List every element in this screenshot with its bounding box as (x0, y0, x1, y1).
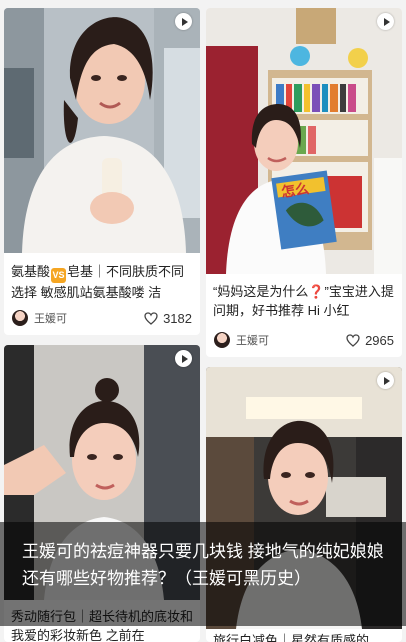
note-card[interactable]: 怎么 “妈妈这是为什么❓”宝宝进入提问期，好书推荐 Hi 小红 王媛可 2965 (206, 8, 402, 357)
note-meta: 王媛可 2965 (214, 330, 394, 350)
play-icon (175, 13, 192, 30)
woman-bathroom-photo (4, 8, 200, 253)
like-count: 3182 (163, 310, 192, 326)
heart-icon[interactable] (346, 333, 360, 347)
avatar[interactable] (214, 332, 230, 348)
author-name[interactable]: 王媛可 (34, 310, 144, 326)
note-card[interactable]: 氨基酸 VS 皂基｜不同肤质不同选择 敏感肌站氨基酸喽 洁 王媛可 3182 (4, 8, 200, 335)
note-thumbnail[interactable] (4, 8, 200, 253)
avatar[interactable] (12, 310, 28, 326)
note-title[interactable]: 旅行白减色｜星然有质感的 (213, 631, 396, 642)
woman-book-photo: 怎么 (206, 8, 402, 274)
note-title[interactable]: “妈妈这是为什么❓”宝宝进入提问期，好书推荐 Hi 小红 (213, 282, 396, 320)
author-name[interactable]: 王媛可 (236, 332, 346, 348)
heart-icon[interactable] (144, 311, 158, 325)
note-title[interactable]: 氨基酸 VS 皂基｜不同肤质不同选择 敏感肌站氨基酸喽 洁 (11, 262, 194, 300)
play-icon (377, 372, 394, 389)
vs-badge: VS (51, 268, 67, 283)
caption-text: 王媛可的祛痘神器只要几块钱 接地气的纯妃娘娘还有哪些好物推荐？（王媛可黑历史） (22, 542, 384, 588)
note-meta: 王媛可 3182 (12, 308, 192, 328)
feed-page: 氨基酸 VS 皂基｜不同肤质不同选择 敏感肌站氨基酸喽 洁 王媛可 3182 我… (0, 0, 406, 642)
note-thumbnail[interactable]: 怎么 (206, 8, 402, 274)
play-icon (175, 350, 192, 367)
caption-banner: 王媛可的祛痘神器只要几块钱 接地气的纯妃娘娘还有哪些好物推荐？（王媛可黑历史） (0, 522, 406, 626)
play-icon (377, 13, 394, 30)
like-count: 2965 (365, 332, 394, 348)
